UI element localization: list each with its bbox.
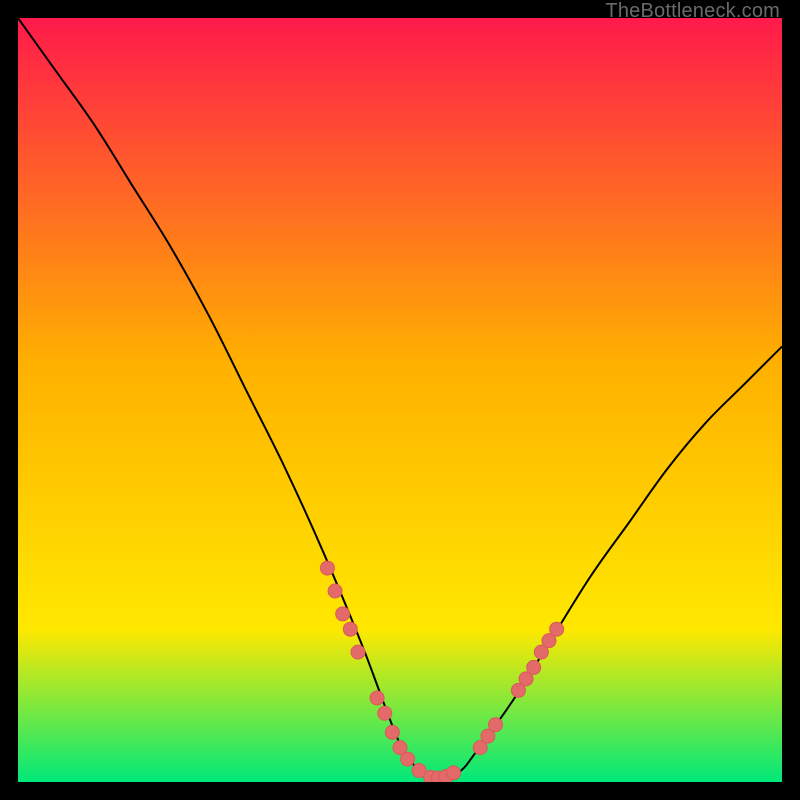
- curve-marker: [489, 718, 503, 732]
- curve-marker: [351, 645, 365, 659]
- curve-marker: [385, 725, 399, 739]
- curve-marker: [336, 607, 350, 621]
- curve-marker: [378, 706, 392, 720]
- curve-marker: [446, 766, 460, 780]
- curve-marker: [343, 622, 357, 636]
- curve-marker: [328, 584, 342, 598]
- gradient-background: [18, 18, 782, 782]
- watermark-text: TheBottleneck.com: [605, 0, 780, 23]
- curve-marker: [401, 752, 415, 766]
- curve-marker: [527, 660, 541, 674]
- bottleneck-chart: [18, 18, 782, 782]
- chart-frame: TheBottleneck.com: [0, 0, 800, 800]
- curve-marker: [550, 622, 564, 636]
- plot-area: [18, 18, 782, 782]
- curve-marker: [370, 691, 384, 705]
- curve-marker: [320, 561, 334, 575]
